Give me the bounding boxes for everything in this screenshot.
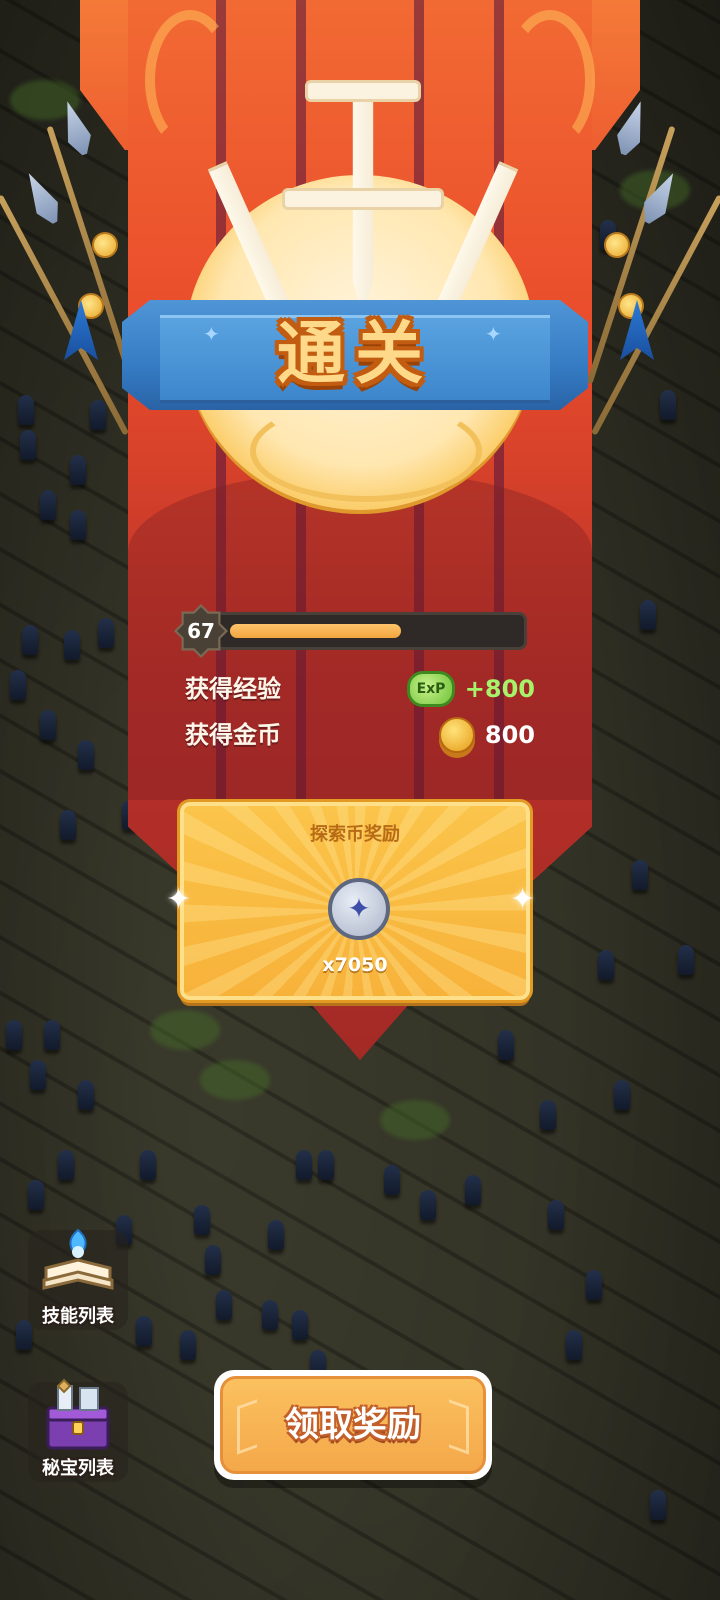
explore-coin-reward-panel: 探索币奖励 ✦ x7050 [180, 802, 530, 1000]
explore-coin-panel-title: 探索币奖励 [310, 824, 400, 845]
dungeon-pillar [566, 1330, 582, 1360]
gold-coin-icon [439, 717, 475, 753]
dungeon-pillar [22, 625, 38, 655]
dungeon-pillar [268, 1220, 284, 1250]
dungeon-pillar [660, 390, 676, 420]
dungeon-pillar [28, 1180, 44, 1210]
gold-reward-label: 获得金币 [185, 721, 281, 749]
dungeon-pillar [262, 1300, 278, 1330]
dungeon-pillar [78, 1080, 94, 1110]
skill-list-button[interactable]: 技能列表 [28, 1228, 128, 1330]
exp-icon: ExP [407, 671, 455, 707]
dungeon-pillar [58, 1150, 74, 1180]
explore-coin-count: x7050 [322, 954, 388, 976]
clear-title: 通关 [276, 315, 433, 394]
skill-list-label: 技能列表 [42, 1306, 114, 1327]
claim-reward-button-face: 领取奖励 [220, 1376, 486, 1474]
treasure-list-label: 秘宝列表 [42, 1458, 114, 1479]
compass-coin-icon: ✦ [328, 878, 390, 940]
moss-decor [150, 1010, 220, 1050]
dungeon-pillar [10, 670, 26, 700]
sword-guard [305, 80, 421, 102]
treasure-list-button[interactable]: 秘宝列表 [28, 1378, 128, 1482]
dungeon-pillar [194, 1205, 210, 1235]
emblem-inner-ring [250, 400, 482, 502]
dungeon-pillar [216, 1290, 232, 1320]
dungeon-pillar [140, 1150, 156, 1180]
spellbook-icon [42, 1228, 114, 1290]
exp-reward-row: 获得经验 ExP +800 [185, 671, 535, 707]
dungeon-pillar [420, 1190, 436, 1220]
dungeon-pillar [498, 1030, 514, 1060]
dungeon-pillar [540, 1100, 556, 1130]
dungeon-pillar [20, 430, 36, 460]
dungeon-pillar [465, 1175, 481, 1205]
dungeon-pillar [18, 395, 34, 425]
dungeon-pillar [678, 945, 694, 975]
flourish-decor [505, 10, 595, 150]
dungeon-pillar [296, 1150, 312, 1180]
dungeon-pillar [70, 510, 86, 540]
gold-reward-value: 800 [484, 721, 535, 749]
claim-reward-label: 领取奖励 [285, 1405, 421, 1445]
dungeon-pillar [614, 1080, 630, 1110]
dungeon-pillar [44, 1020, 60, 1050]
sparkle-icon: ✦ [166, 882, 192, 917]
dungeon-pillar [40, 710, 56, 740]
dungeon-pillar [384, 1165, 400, 1195]
dungeon-pillar [30, 1060, 46, 1090]
dungeon-pillar [98, 618, 114, 648]
dungeon-pillar [292, 1310, 308, 1340]
dungeon-pillar [318, 1150, 334, 1180]
exp-reward-value: +800 [464, 675, 535, 703]
moss-decor [380, 1100, 450, 1140]
dungeon-pillar [40, 490, 56, 520]
dungeon-pillar [586, 1270, 602, 1300]
spear-ornament [604, 232, 630, 258]
dungeon-pillar [180, 1330, 196, 1360]
dungeon-pillar [205, 1245, 221, 1275]
treasure-chest-icon [46, 1378, 110, 1450]
dungeon-pillar [64, 630, 80, 660]
gold-reward-row: 获得金币 800 [185, 717, 535, 753]
moss-decor [200, 1060, 270, 1100]
dungeon-pillar [70, 455, 86, 485]
dungeon-pillar [90, 400, 106, 430]
level-badge: 67 [177, 607, 225, 655]
flourish-decor [145, 10, 235, 150]
dungeon-pillar [650, 1490, 666, 1520]
compass-star-icon: ✦ [347, 892, 371, 925]
sparkle-icon: ✦ [510, 882, 536, 917]
xp-progress-fill [230, 624, 401, 638]
dungeon-pillar [78, 740, 94, 770]
dungeon-pillar [598, 950, 614, 980]
dungeon-pillar [136, 1316, 152, 1346]
dungeon-pillar [60, 810, 76, 840]
exp-reward-label: 获得经验 [185, 675, 281, 703]
dungeon-pillar [6, 1020, 22, 1050]
dungeon-pillar [548, 1200, 564, 1230]
dungeon-pillar [640, 600, 656, 630]
xp-progress-bar [205, 612, 527, 650]
dungeon-pillar [632, 860, 648, 890]
claim-reward-button[interactable]: 领取奖励 [214, 1370, 492, 1480]
sword-crossguard [282, 188, 444, 210]
spear-ornament [92, 232, 118, 258]
